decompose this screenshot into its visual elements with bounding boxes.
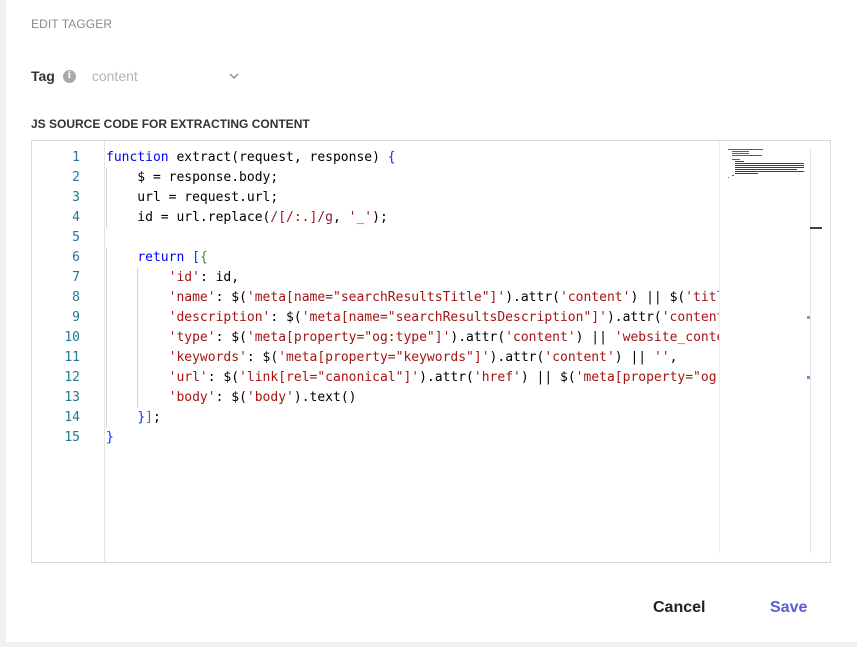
tag-select[interactable]: content	[92, 68, 240, 84]
minimap-line	[731, 159, 741, 160]
line-number: 3	[72, 190, 80, 205]
code-line[interactable]	[106, 228, 720, 248]
line-number: 1	[72, 150, 80, 165]
code-area[interactable]: function extract(request, response) { $ …	[106, 148, 720, 448]
overview-ruler-mark	[807, 376, 810, 379]
minimap-line	[735, 165, 804, 166]
line-number: 12	[64, 370, 80, 385]
minimap-line	[735, 173, 758, 174]
indent-guide	[106, 248, 107, 268]
indent-guide	[106, 368, 107, 388]
minimap-line	[735, 163, 804, 164]
info-icon[interactable]: i	[62, 69, 76, 83]
line-number: 8	[72, 290, 80, 305]
minimap-line	[735, 167, 804, 168]
code-line[interactable]: 'type': $('meta[property="og:type"]').at…	[106, 328, 720, 348]
overview-ruler-mark	[807, 316, 810, 319]
editor-minimap[interactable]	[719, 141, 810, 553]
source-code-label: JS SOURCE CODE FOR EXTRACTING CONTENT	[31, 117, 310, 131]
minimap-line	[728, 177, 729, 178]
indent-guide	[137, 388, 139, 408]
minimap-line	[731, 151, 749, 152]
indent-guide	[106, 168, 107, 188]
code-line[interactable]: }	[106, 428, 720, 448]
code-line[interactable]: 'keywords': $('meta[property="keywords"]…	[106, 348, 720, 368]
cancel-button[interactable]: Cancel	[653, 596, 705, 620]
indent-guide	[106, 408, 107, 428]
code-line[interactable]: id = url.replace(/[/:.]/g, '_');	[106, 208, 720, 228]
indent-guide	[137, 328, 139, 348]
save-button[interactable]: Save	[770, 596, 807, 620]
indent-guide	[106, 288, 107, 308]
line-number: 14	[64, 410, 80, 425]
code-line[interactable]: 'body': $('body').text()	[106, 388, 720, 408]
indent-guide	[137, 288, 139, 308]
line-number: 11	[64, 350, 80, 365]
minimap-line	[735, 169, 797, 170]
line-number: 7	[72, 270, 80, 285]
code-line[interactable]: 'description': $('meta[name="searchResul…	[106, 308, 720, 328]
indent-guide	[106, 208, 107, 228]
indent-guide	[137, 268, 139, 288]
line-number: 5	[72, 230, 80, 245]
indent-guide	[106, 328, 107, 348]
chevron-down-icon[interactable]	[228, 70, 240, 82]
line-number: 4	[72, 210, 80, 225]
minimap-line	[731, 155, 762, 156]
editor-scrollbar-track[interactable]	[810, 149, 811, 553]
line-number: 13	[64, 390, 80, 405]
indent-guide	[106, 308, 107, 328]
minimap-line	[728, 149, 764, 150]
line-number: 9	[72, 310, 80, 325]
minimap-line	[731, 175, 735, 176]
indent-guide	[137, 368, 139, 388]
tag-row: Tag i content	[31, 66, 240, 86]
code-line[interactable]: url = request.url;	[106, 188, 720, 208]
line-numbers: 1 2 3 4 5 6 7 8 9 10 11 12 13 14 15	[32, 148, 80, 448]
line-number: 10	[64, 330, 80, 345]
code-line[interactable]: }];	[106, 408, 720, 428]
code-line[interactable]: 'name': $('meta[name="searchResultsTitle…	[106, 288, 720, 308]
code-line[interactable]: 'url': $('link[rel="canonical"]').attr('…	[106, 368, 720, 388]
tag-label: Tag	[31, 68, 55, 84]
panel-title: EDIT TAGGER	[31, 17, 113, 31]
minimap-line	[731, 153, 749, 154]
minimap-line	[735, 161, 744, 162]
editor-gutter: 1 2 3 4 5 6 7 8 9 10 11 12 13 14 15	[32, 141, 105, 562]
code-editor[interactable]: 1 2 3 4 5 6 7 8 9 10 11 12 13 14 15 function extract(r…	[31, 140, 831, 563]
indent-guide	[137, 308, 139, 328]
code-line[interactable]: $ = response.body;	[106, 168, 720, 188]
line-number: 6	[72, 250, 80, 265]
minimap-line	[735, 171, 804, 172]
editor-scrollbar-thumb[interactable]	[810, 227, 822, 229]
code-line[interactable]: function extract(request, response) {	[106, 148, 720, 168]
indent-guide	[137, 348, 139, 368]
code-line[interactable]: 'id': id,	[106, 268, 720, 288]
indent-guide	[106, 348, 107, 368]
code-line[interactable]: return [{	[106, 248, 720, 268]
indent-guide	[106, 268, 107, 288]
line-number: 2	[72, 170, 80, 185]
indent-guide	[106, 188, 107, 208]
line-number: 15	[64, 430, 80, 445]
indent-guide	[106, 388, 107, 408]
tag-select-value: content	[91, 68, 138, 84]
edit-tagger-panel: EDIT TAGGER Tag i content JS SOURCE CODE…	[6, 0, 857, 642]
